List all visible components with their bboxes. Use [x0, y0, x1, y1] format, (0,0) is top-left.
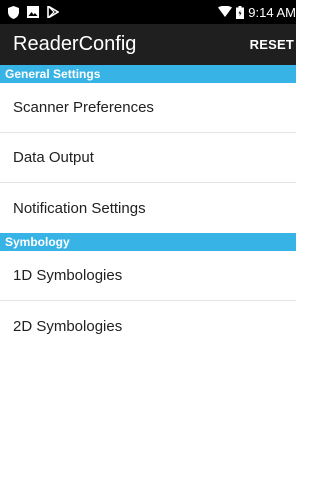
app-title: ReaderConfig [13, 33, 137, 55]
play-store-icon [47, 6, 59, 18]
section-header-general: General Settings [0, 65, 296, 83]
status-right-icons: 9:14 AM [218, 5, 296, 20]
section-header-symbology: Symbology [0, 233, 296, 251]
screen: 9:14 AM ReaderConfig RESET General Setti… [0, 0, 296, 495]
reset-button[interactable]: RESET [250, 37, 296, 52]
shield-icon [8, 5, 19, 19]
image-icon [27, 6, 39, 18]
status-time: 9:14 AM [248, 4, 296, 20]
pref-item-notification-settings[interactable]: Notification Settings [0, 183, 296, 233]
pref-item-1d-symbologies[interactable]: 1D Symbologies [0, 251, 296, 301]
pref-item-data-output[interactable]: Data Output [0, 133, 296, 183]
wifi-icon [218, 6, 233, 18]
battery-icon [236, 5, 245, 19]
pref-item-scanner-preferences[interactable]: Scanner Preferences [0, 83, 296, 133]
status-bar: 9:14 AM [0, 0, 296, 24]
app-bar: ReaderConfig RESET [0, 24, 296, 65]
status-left-icons [8, 5, 59, 19]
pref-item-2d-symbologies[interactable]: 2D Symbologies [0, 301, 296, 351]
